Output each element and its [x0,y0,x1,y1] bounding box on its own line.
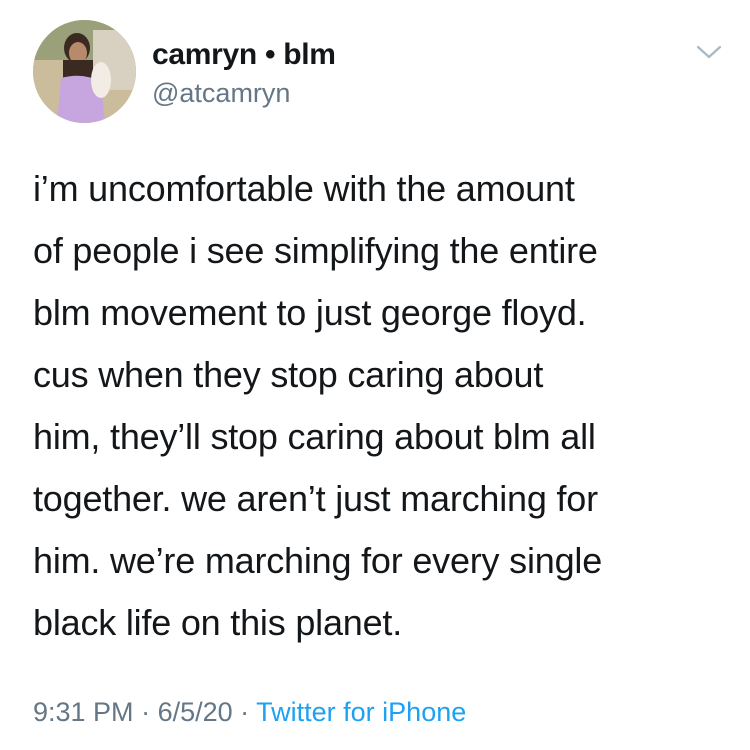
avatar-photo [33,20,136,123]
display-name[interactable]: camryn • blm [152,38,336,72]
tweet-source-link[interactable]: Twitter for iPhone [256,697,466,727]
tweet-card: camryn • blm @atcamryn i’m uncomfortable… [0,0,750,750]
tweet-text-line: i’m uncomfortable with the amount [33,168,575,209]
tweet-text-line: black life on this planet. [33,602,403,643]
user-handle[interactable]: @atcamryn [152,78,290,109]
tweet-text-line: cus when they stop caring about [33,354,544,395]
tweet-date[interactable]: 6/5/20 [158,697,233,727]
tweet-text: i’m uncomfortable with the amount of peo… [33,158,733,654]
separator: · [133,697,158,727]
separator: · [232,697,257,727]
chevron-down-icon[interactable] [694,42,724,62]
tweet-text-line: him, they’ll stop caring about blm all [33,416,596,457]
avatar[interactable] [33,20,136,123]
tweet-text-line: him. we’re marching for every single [33,540,603,581]
tweet-metadata: 9:31 PM · 6/5/20 · Twitter for iPhone [33,697,466,728]
tweet-text-line: blm movement to just george floyd. [33,292,587,333]
tweet-text-line: of people i see simplifying the entire [33,230,598,271]
chevron-down-glyph [696,45,722,59]
tweet-time[interactable]: 9:31 PM [33,697,134,727]
tweet-text-line: together. we aren’t just marching for [33,478,598,519]
